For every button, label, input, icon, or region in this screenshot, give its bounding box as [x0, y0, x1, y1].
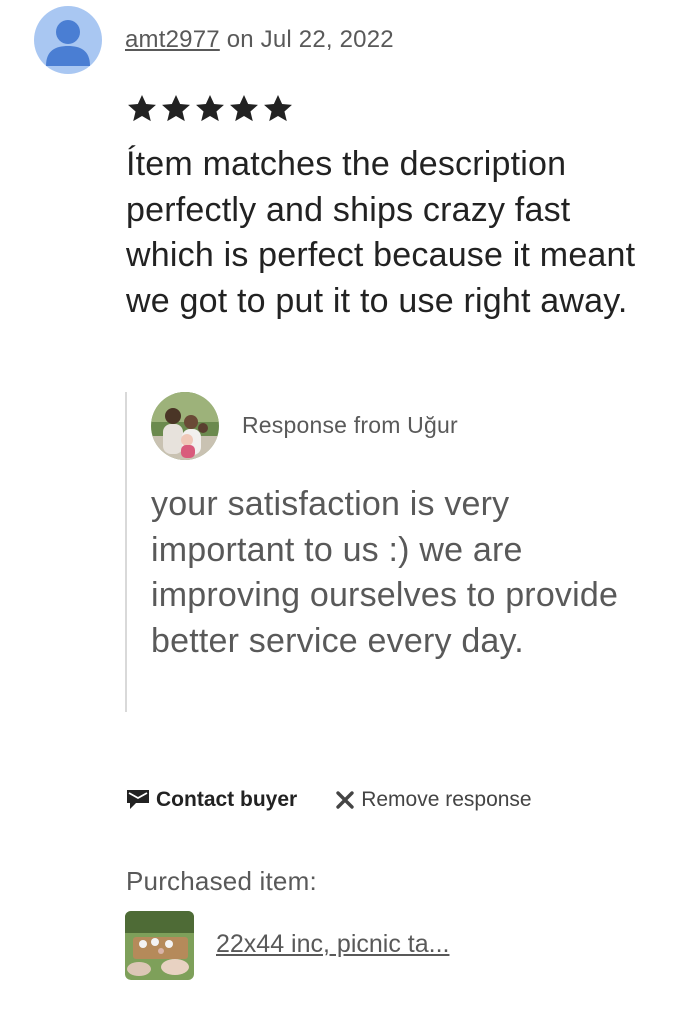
message-icon [127, 790, 149, 809]
review-actions: Contact buyer Remove response [126, 788, 532, 812]
remove-response-button[interactable]: Remove response [335, 788, 532, 812]
purchased-item-thumbnail[interactable] [125, 911, 194, 980]
seller-photo-icon [151, 392, 219, 460]
contact-buyer-button[interactable]: Contact buyer [126, 788, 297, 812]
star-icon [264, 94, 292, 122]
remove-response-label: Remove response [361, 788, 532, 811]
reviewer-avatar[interactable] [34, 6, 102, 74]
purchased-item-label: Purchased item: [126, 866, 317, 896]
review-header: amt2977 on Jul 22, 2022 [34, 6, 394, 74]
seller-avatar [151, 392, 219, 460]
response-body: your satisfaction is very important to u… [151, 485, 619, 660]
star-icon [230, 94, 258, 122]
picnic-table-image [125, 911, 194, 980]
review-body: Ítem matches the description perfectly a… [126, 145, 636, 320]
response-label: Response from Uğur [242, 412, 458, 438]
star-icon [196, 94, 224, 122]
seller-response: Response from Uğur your satisfaction is … [125, 392, 647, 712]
purchased-item-link[interactable]: 22x44 inc, picnic ta... [216, 930, 449, 959]
user-silhouette-icon [46, 20, 90, 66]
reviewer-username-link[interactable]: amt2977 [125, 26, 220, 53]
review-byline: amt2977 on Jul 22, 2022 [125, 26, 394, 54]
star-icon [162, 94, 190, 122]
star-rating [126, 93, 294, 124]
star-icon [128, 94, 156, 122]
review-date: on Jul 22, 2022 [226, 26, 394, 53]
contact-buyer-label: Contact buyer [156, 788, 298, 811]
close-icon [336, 791, 354, 809]
